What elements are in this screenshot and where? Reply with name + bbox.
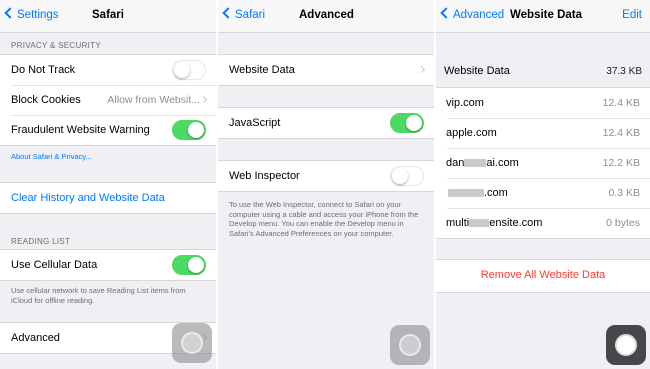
privacy-group: Do Not Track Block Cookies Allow from We… [0, 54, 216, 146]
row-label: Use Cellular Data [11, 259, 98, 271]
toggle-knob [188, 121, 204, 138]
row-label: JavaScript [229, 117, 281, 129]
website-data-summary: Website Data 37.3 KB [436, 54, 650, 88]
chevron-right-icon [199, 95, 208, 104]
site-size: 0 bytes [606, 217, 640, 229]
cellular-footer-text: Use cellular network to save Reading Lis… [11, 286, 186, 305]
back-button[interactable]: Advanced [440, 7, 505, 21]
toggle-knob [391, 167, 408, 184]
advanced-panel: Safari Advanced Website Data JavaScript … [218, 0, 434, 369]
site-size: 12.2 KB [602, 157, 640, 169]
site-name-end: ensite.com [489, 217, 543, 229]
website-data-panel: Advanced Website Data Edit Website Data … [436, 0, 650, 369]
website-data-group: Website Data [218, 54, 434, 86]
block-cookies-value: Allow from Websit... [107, 94, 200, 106]
website-row[interactable]: multi ensite.com 0 bytes [436, 208, 650, 238]
row-label: Fraudulent Website Warning [11, 124, 150, 136]
remove-group: Remove All Website Data [436, 259, 650, 293]
edit-button[interactable]: Edit [622, 9, 642, 21]
back-label: Advanced [453, 9, 505, 21]
toggle-knob [406, 114, 422, 131]
about-safari-privacy-link[interactable]: About Safari & Privacy... [11, 152, 92, 161]
back-button[interactable]: Settings [4, 7, 59, 21]
assistive-touch-icon [399, 334, 421, 356]
redacted-text [469, 219, 490, 227]
site-name: vip.com [446, 97, 484, 109]
back-label: Settings [17, 9, 59, 21]
page-title: Advanced [299, 9, 354, 21]
chevron-left-icon [222, 7, 234, 19]
web-inspector-toggle[interactable] [390, 166, 424, 186]
website-list: vip.com 12.4 KB apple.com 12.4 KB dan ai.… [436, 87, 650, 239]
back-button[interactable]: Safari [222, 7, 266, 21]
row-label: Advanced [11, 332, 60, 344]
clear-history-button[interactable]: Clear History and Website Data [0, 183, 216, 213]
fraud-warning-toggle[interactable] [172, 120, 206, 140]
row-label: Website Data [229, 64, 295, 76]
summary-total-size: 37.3 KB [606, 65, 642, 77]
chevron-right-icon [417, 65, 426, 74]
assistive-touch-icon [181, 332, 203, 354]
site-size: 0.3 KB [608, 187, 640, 199]
page-title: Website Data [510, 9, 583, 21]
assistive-touch-button[interactable] [172, 323, 212, 363]
assistive-touch-icon [615, 334, 637, 356]
section-header-reading-list: READING LIST [11, 237, 71, 246]
web-inspector-group: Web Inspector [218, 160, 434, 192]
row-label: Web Inspector [229, 170, 300, 182]
cellular-data-row: Use Cellular Data [0, 250, 216, 280]
cellular-data-toggle[interactable] [172, 255, 206, 275]
site-name: apple.com [446, 127, 497, 139]
redacted-text [464, 159, 487, 167]
chevron-left-icon [4, 7, 16, 19]
site-size: 12.4 KB [602, 127, 640, 139]
javascript-toggle[interactable] [390, 113, 424, 133]
site-size: 12.4 KB [602, 97, 640, 109]
website-row[interactable]: vip.com 12.4 KB [436, 88, 650, 118]
page-title: Safari [92, 9, 124, 21]
website-row[interactable]: dan ai.com 12.2 KB [436, 148, 650, 178]
remove-all-website-data-button[interactable]: Remove All Website Data [436, 269, 650, 281]
site-name-start: multi [446, 217, 470, 229]
site-name-end: .com [484, 187, 508, 199]
row-label: Block Cookies [11, 94, 81, 106]
assistive-touch-button[interactable] [606, 325, 646, 365]
site-name-end: ai.com [486, 157, 519, 169]
web-inspector-footer-text: To use the Web Inspector, connect to Saf… [229, 200, 419, 238]
web-inspector-row: Web Inspector [218, 161, 434, 191]
assistive-touch-button[interactable] [390, 325, 430, 365]
back-label: Safari [235, 9, 266, 21]
website-row[interactable]: .com 0.3 KB [436, 178, 650, 208]
website-row[interactable]: apple.com 12.4 KB [436, 118, 650, 148]
summary-label: Website Data [444, 65, 510, 77]
safari-settings-panel: Settings Safari PRIVACY & SECURITY Do No… [0, 0, 216, 369]
site-name-start: dan [446, 157, 465, 169]
javascript-row: JavaScript [218, 108, 434, 138]
toggle-knob [173, 61, 190, 78]
toggle-knob [188, 256, 204, 273]
nav-bar: Advanced Website Data Edit [436, 0, 650, 33]
nav-bar: Safari Advanced [218, 0, 434, 33]
row-label: Do Not Track [11, 64, 76, 76]
do-not-track-row: Do Not Track [0, 55, 216, 85]
do-not-track-toggle[interactable] [172, 60, 206, 80]
chevron-left-icon [440, 7, 452, 19]
clear-history-group: Clear History and Website Data [0, 182, 216, 214]
website-data-row[interactable]: Website Data [218, 55, 434, 85]
nav-bar: Settings Safari [0, 0, 216, 33]
reading-list-group: Use Cellular Data [0, 249, 216, 281]
redacted-text [448, 189, 484, 197]
fraud-warning-row: Fraudulent Website Warning [0, 115, 216, 145]
javascript-group: JavaScript [218, 107, 434, 139]
block-cookies-row[interactable]: Block Cookies Allow from Websit... [0, 85, 216, 115]
section-header-privacy: PRIVACY & SECURITY [11, 41, 102, 50]
